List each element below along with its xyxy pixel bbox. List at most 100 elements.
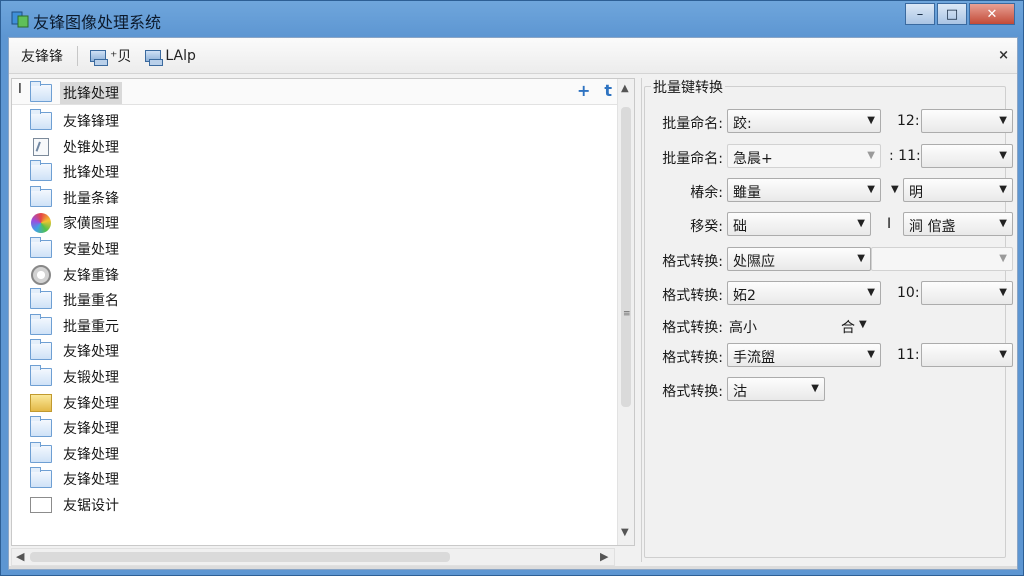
row-select-value: 手流盥 (733, 350, 775, 366)
row-select[interactable]: 跤: ▼ (727, 109, 881, 133)
yellow-folder-icon (30, 393, 52, 412)
settings-row: 椿余: 雖量 ▼ ▼ 明 ▼ (645, 178, 1013, 204)
scroll-up-arrow-icon[interactable]: ▲ (621, 83, 629, 94)
chevron-down-icon: ▼ (999, 218, 1007, 229)
tree-item[interactable]: 批锋处理 (30, 160, 610, 184)
tree-item[interactable]: 批量重名 (30, 288, 610, 312)
row-select[interactable]: 手流盥 ▼ (727, 343, 881, 367)
row-select[interactable]: 沽 ▼ (727, 377, 825, 401)
tree-item[interactable]: 友锯设计 (30, 493, 610, 517)
folder-icon (30, 236, 52, 258)
row-extra-select[interactable]: ▼ (921, 281, 1013, 305)
chevron-down-icon: ▼ (867, 287, 875, 298)
tree-item[interactable]: 友锋处理 (30, 391, 610, 415)
tree-item[interactable]: 处锥处理 (30, 135, 610, 159)
tree-item[interactable]: 友锻处理 (30, 364, 610, 389)
tree-item-label: 处锥处理 (63, 139, 119, 156)
tree-item-label: 家僙图理 (63, 216, 119, 233)
tree-item[interactable]: 批量重元 (30, 313, 610, 338)
row-label: 格式转换: (662, 254, 723, 270)
tree-item-label: 批量重元 (63, 318, 119, 335)
row-label: 批量命名: (662, 116, 723, 132)
row-extra-select[interactable]: ▼ (921, 109, 1013, 133)
tree-item[interactable]: 友锋处理 (30, 441, 610, 466)
chevron-down-icon: ▼ (999, 115, 1007, 126)
row-extra-select[interactable]: 明 ▼ (903, 178, 1013, 202)
row-select[interactable]: 妬2 ▼ (727, 281, 881, 305)
tree-item[interactable]: 家僙图理 (30, 211, 610, 235)
tree-item-label: 友锋处理 (63, 446, 119, 463)
row-extra-label: 11: (897, 347, 920, 363)
chevron-down-icon: ▼ (857, 253, 865, 264)
folder-icon (30, 313, 52, 335)
row-extra-select[interactable]: ▼ (871, 247, 1013, 271)
tree-item[interactable]: 批量条锋 (30, 185, 610, 210)
horizontal-scrollbar[interactable]: ◀ ▶ (11, 548, 615, 566)
close-button[interactable]: ✕ (969, 3, 1015, 25)
row-select[interactable]: 雖量 ▼ (727, 178, 881, 202)
scroll-down-arrow-icon[interactable]: ▼ (621, 527, 629, 538)
row-extra-select[interactable]: 涧 倌盏 ▼ (903, 212, 1013, 236)
row-extra-value[interactable]: 合 (841, 317, 855, 337)
tree-item[interactable]: 批锋处理 (30, 81, 610, 105)
tree-item[interactable]: 友锋锋理 (30, 109, 610, 133)
row-extra-label: 12: (897, 113, 920, 129)
row-select-value: 跤: (733, 116, 752, 132)
row-label: 椿余: (690, 185, 723, 201)
status-bar (9, 566, 1017, 569)
tree-item[interactable]: 友锋重锋 (30, 263, 610, 287)
tree-panel: I + t 批锋处理 友锋锋理 处锥处理 批锋处理 批量条锋 家僙图理 安量处理 友锋重锋 批量… (11, 78, 635, 546)
row-label: 格式转换: (662, 320, 723, 336)
tree-item-label: 友锋处理 (63, 472, 119, 489)
row-label: 格式转换: (662, 288, 723, 304)
toolbar-separator (77, 45, 78, 66)
row-extra-select[interactable]: ▼ (921, 144, 1013, 168)
folder-icon (30, 467, 52, 489)
row-select[interactable]: 础 ▼ (727, 212, 871, 236)
chevron-down-icon: ▼ (857, 218, 865, 229)
chevron-down-icon: ▼ (999, 150, 1007, 161)
scroll-left-arrow-icon[interactable]: ◀ (16, 550, 24, 563)
toolbar-item-2[interactable]: LAlp (145, 47, 196, 66)
toolbar-item-1[interactable]: ⁺贝 (90, 46, 131, 66)
tree-item[interactable]: 友锋处理 (30, 467, 610, 491)
row-select[interactable]: 处隰应 ▼ (727, 247, 871, 271)
batch-convert-group: 批量键转换 批量命名: 跤: ▼ 12: ▼ 批量命名: 急晨+ ▼: 11:… (644, 77, 1013, 558)
tree-item[interactable]: 友锋处理 (30, 339, 610, 363)
title-bar[interactable]: 友锋图像处理系统 – □ ✕ (1, 1, 1023, 37)
toolbar-item-2-label: LAlp (165, 47, 196, 64)
settings-row: 移癸: 础 ▼ I 涧 倌盏 ▼ (645, 212, 1013, 238)
folder-icon (30, 441, 52, 463)
settings-row: 格式转换: 妬2 ▼ 10: ▼ (645, 281, 1013, 307)
row-label: 批量命名: (662, 151, 723, 167)
horizontal-scroll-thumb[interactable] (30, 552, 450, 562)
chevron-down-icon: ▼ (867, 115, 875, 126)
tree-item-label: 友锋处理 (63, 421, 119, 438)
row-extra-select[interactable]: ▼ (921, 343, 1013, 367)
vertical-scroll-thumb[interactable] (621, 107, 631, 407)
chevron-down-icon[interactable]: ▼ (859, 319, 867, 330)
settings-row: 格式转换: 沽 ▼ (645, 377, 1005, 403)
minimize-button[interactable]: – (905, 3, 935, 25)
tree-item-label: 批锋处理 (60, 82, 122, 104)
row-select-value: 处隰应 (733, 254, 775, 270)
settings-panel: 批量键转换 批量命名: 跤: ▼ 12: ▼ 批量命名: 急晨+ ▼: 11:… (641, 77, 1013, 562)
tree-item[interactable]: 友锋处理 (30, 416, 610, 440)
chevron-down-icon: ▼ (867, 184, 875, 195)
row-select[interactable]: 急晨+ ▼ (727, 144, 881, 168)
tree-collapse-caret[interactable]: I (18, 82, 22, 97)
gear-icon (31, 264, 51, 285)
tree-item[interactable]: 安量处理 (30, 236, 610, 261)
settings-row: 格式转换: 手流盥 ▼ 11: ▼ (645, 343, 1013, 369)
panel-close-button[interactable]: × (998, 48, 1009, 63)
row-select-value: 妬2 (733, 288, 756, 304)
toolbar-brand-label[interactable]: 友锋锋 (21, 46, 63, 66)
vertical-scrollbar[interactable]: ▲ ≡ ▼ (617, 79, 634, 545)
tree-item-label: 友锻处理 (63, 369, 119, 386)
row-label: 格式转换: (662, 384, 723, 400)
chevron-down-icon[interactable]: ▼ (891, 184, 899, 195)
scroll-right-arrow-icon[interactable]: ▶ (600, 550, 608, 563)
color-wheel-icon (31, 213, 51, 234)
app-window: 友锋图像处理系统 – □ ✕ 友锋锋 ⁺贝 LAlp × I + t 批锋处理 … (0, 0, 1024, 576)
maximize-button[interactable]: □ (937, 3, 967, 25)
